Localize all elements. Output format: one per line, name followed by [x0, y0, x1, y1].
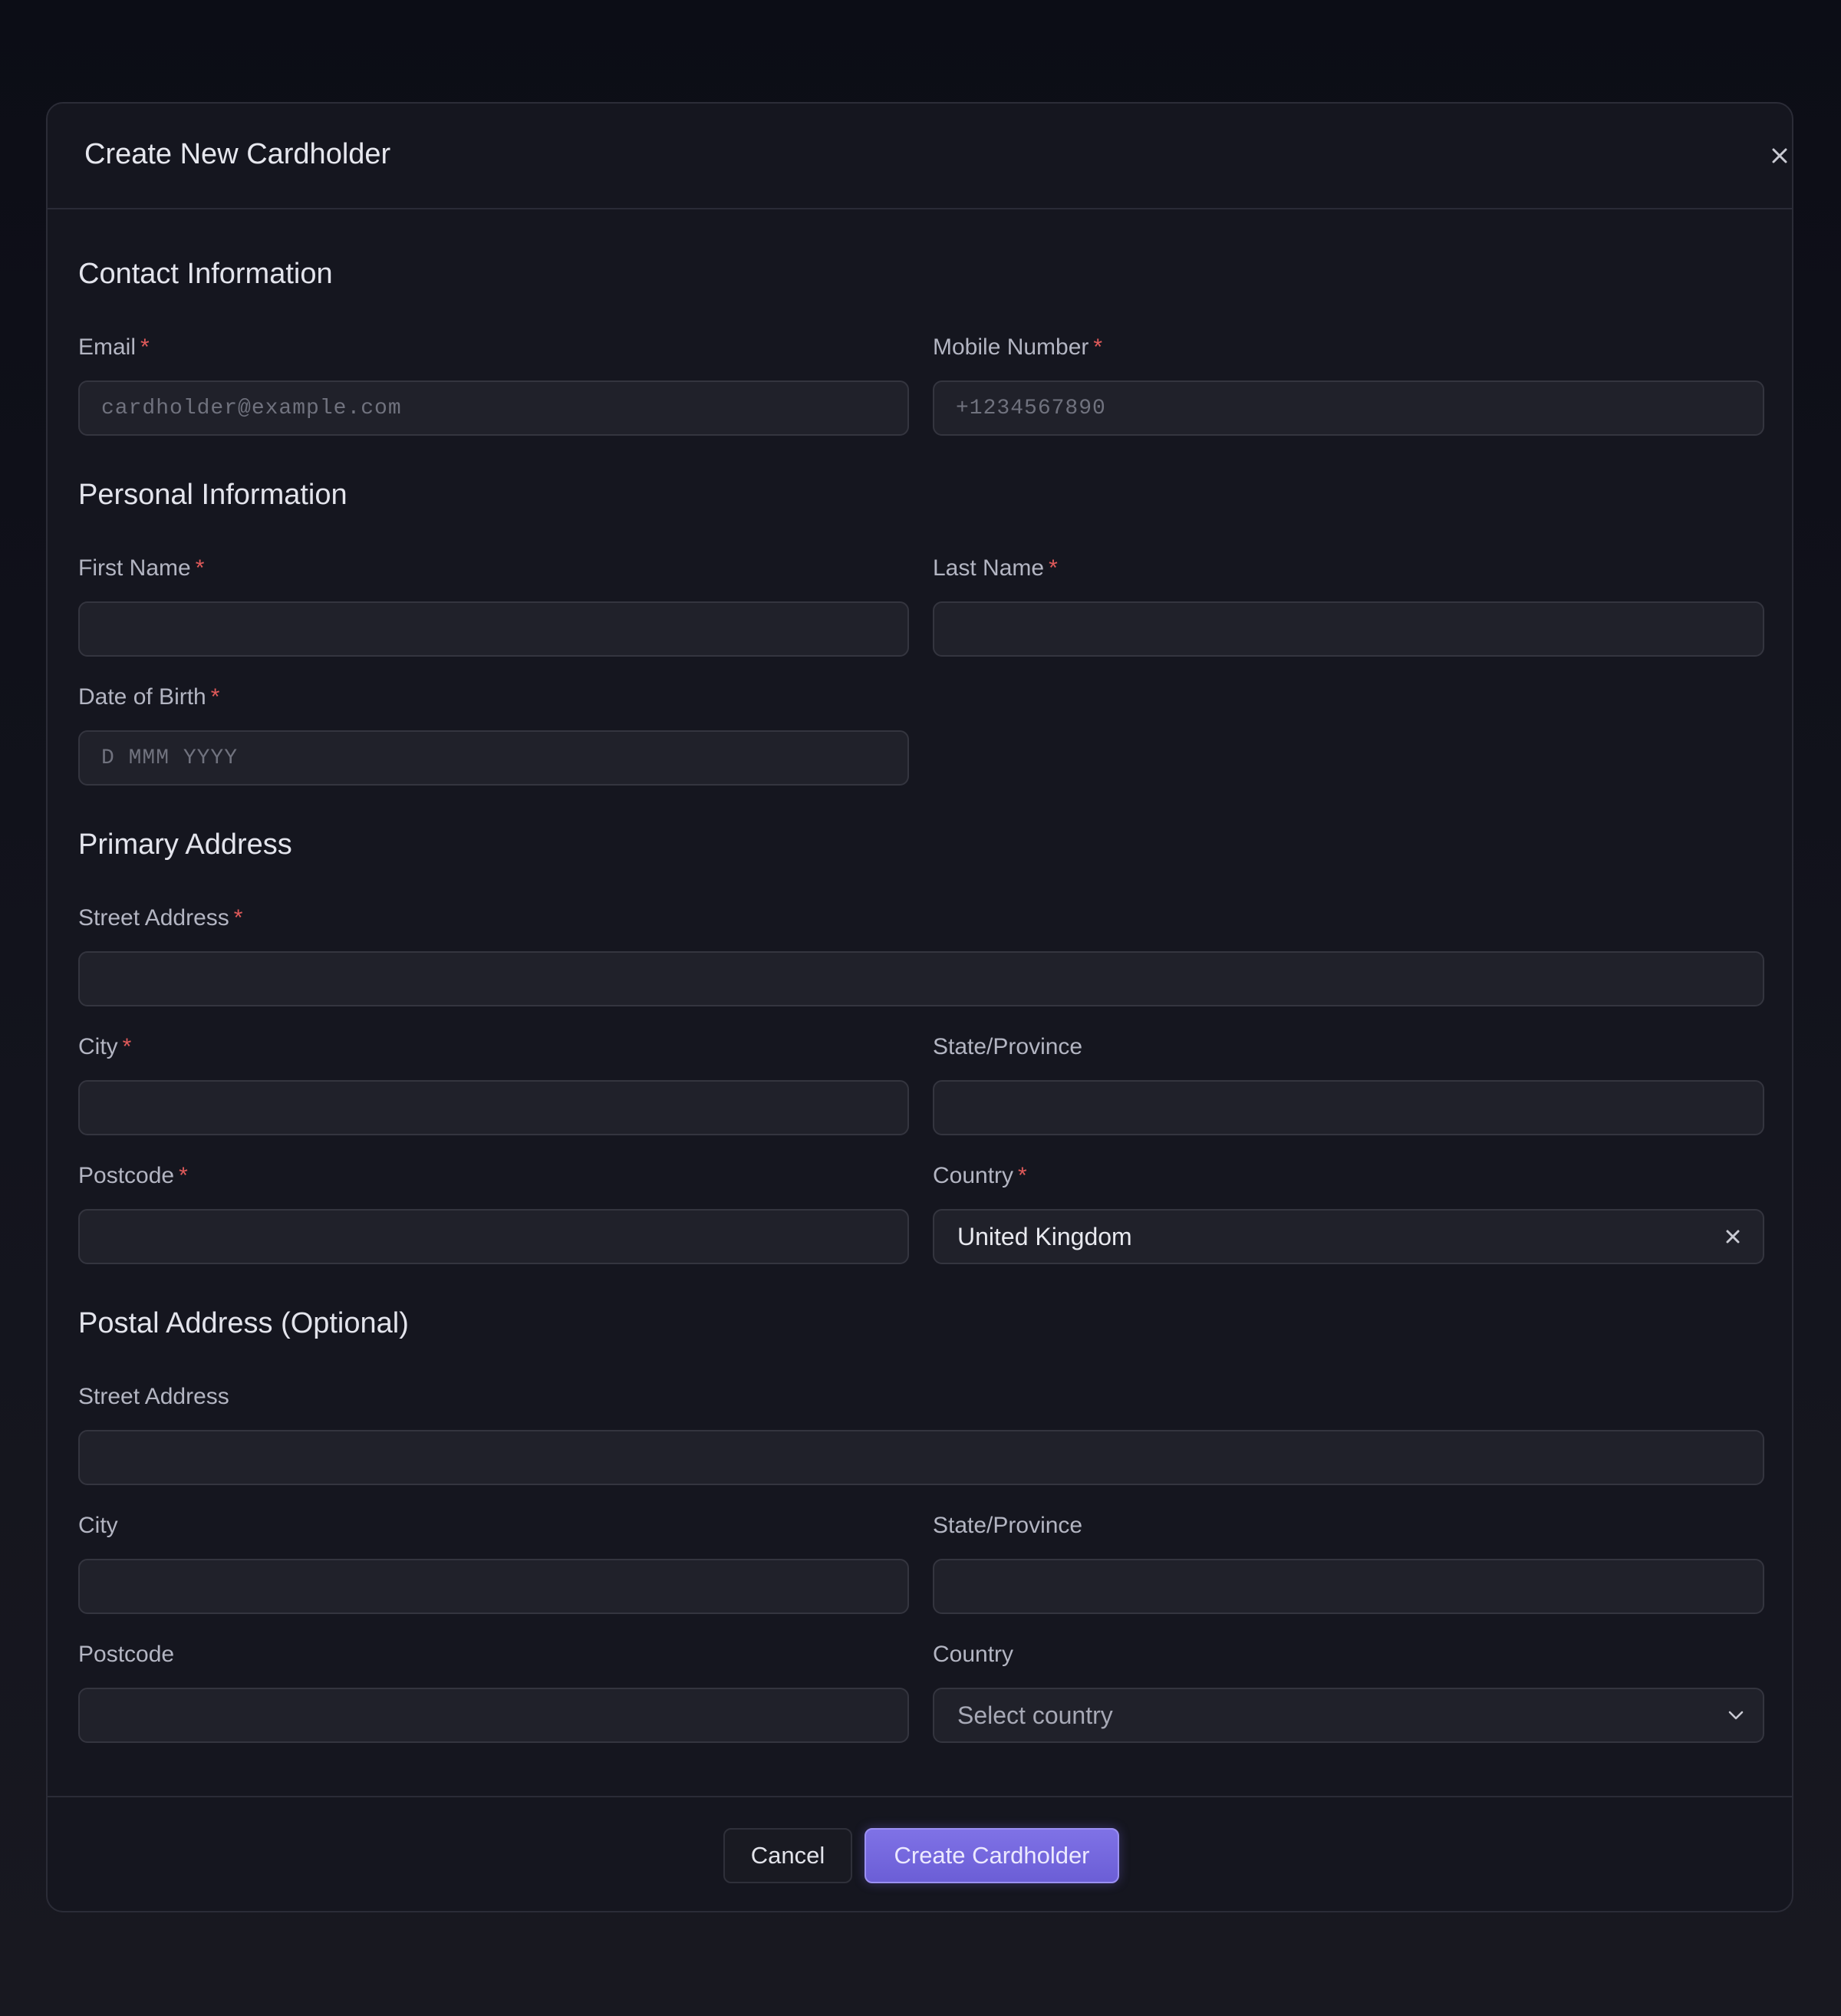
- required-marker: *: [140, 334, 150, 360]
- date-of-birth-label-text: Date of Birth: [78, 684, 206, 710]
- section-title-personal: Personal Information: [78, 479, 347, 511]
- required-marker: *: [233, 905, 243, 931]
- required-marker: *: [122, 1034, 132, 1059]
- postal-street-label-text: Street Address: [78, 1384, 229, 1409]
- primary-street-label: Street Address *: [78, 903, 242, 934]
- postal-state-label-text: State/Province: [933, 1513, 1083, 1538]
- create-cardholder-dialog: Create New Cardholder Contact Informatio…: [46, 102, 1793, 1912]
- dialog-footer: [48, 1796, 1792, 1797]
- postal-city-field[interactable]: [78, 1559, 909, 1614]
- clear-icon[interactable]: [1721, 1225, 1744, 1248]
- close-icon: [1772, 148, 1787, 163]
- date-of-birth-input[interactable]: [80, 732, 907, 784]
- postal-country-label-text: Country: [933, 1642, 1014, 1667]
- first-name-label: First Name *: [78, 553, 204, 584]
- section-title-primary-address: Primary Address: [78, 828, 292, 861]
- last-name-input[interactable]: [934, 603, 1763, 655]
- primary-postcode-field[interactable]: [78, 1209, 909, 1264]
- email-label: Email *: [78, 332, 150, 363]
- postal-city-label: City: [78, 1510, 118, 1541]
- postal-state-label: State/Province: [933, 1510, 1082, 1541]
- mobile-number-field[interactable]: [933, 380, 1764, 436]
- dialog-title: Create New Cardholder: [84, 138, 391, 170]
- primary-country-label-text: Country: [933, 1163, 1014, 1188]
- primary-city-field[interactable]: [78, 1080, 909, 1135]
- postal-postcode-label: Postcode: [78, 1639, 174, 1670]
- last-name-label-text: Last Name: [933, 555, 1045, 581]
- required-marker: *: [179, 1163, 188, 1188]
- primary-city-label-text: City: [78, 1034, 118, 1059]
- required-marker: *: [210, 684, 220, 710]
- last-name-label: Last Name *: [933, 553, 1058, 584]
- postal-country-label: Country: [933, 1639, 1013, 1670]
- primary-street-input[interactable]: [80, 953, 1763, 1005]
- postal-country-select[interactable]: Select country: [933, 1688, 1764, 1743]
- primary-state-label-text: State/Province: [933, 1034, 1083, 1059]
- postal-street-label: Street Address: [78, 1382, 229, 1412]
- primary-country-label: Country *: [933, 1161, 1027, 1191]
- postal-street-field[interactable]: [78, 1430, 1764, 1485]
- chevron-down-icon: [1728, 1711, 1744, 1720]
- primary-state-field[interactable]: [933, 1080, 1764, 1135]
- mobile-number-label-text: Mobile Number: [933, 334, 1089, 360]
- primary-street-field[interactable]: [78, 951, 1764, 1006]
- dialog-header: Create New Cardholder: [48, 104, 1792, 209]
- primary-street-label-text: Street Address: [78, 905, 229, 931]
- primary-city-label: City *: [78, 1032, 131, 1062]
- primary-postcode-label: Postcode *: [78, 1161, 188, 1191]
- close-button[interactable]: [1766, 142, 1793, 170]
- cancel-button[interactable]: Cancel: [723, 1828, 852, 1883]
- postal-city-label-text: City: [78, 1513, 118, 1538]
- postal-postcode-input[interactable]: [80, 1689, 907, 1741]
- primary-country-value: United Kingdom: [957, 1223, 1132, 1250]
- required-marker: *: [1093, 334, 1103, 360]
- email-label-text: Email: [78, 334, 137, 360]
- date-of-birth-field[interactable]: [78, 730, 909, 786]
- section-title-postal-address: Postal Address (Optional): [78, 1307, 409, 1339]
- mobile-number-label: Mobile Number *: [933, 332, 1102, 363]
- first-name-field[interactable]: [78, 601, 909, 657]
- primary-postcode-input[interactable]: [80, 1211, 907, 1263]
- section-title-contact: Contact Information: [78, 258, 333, 290]
- postal-street-input[interactable]: [80, 1431, 1763, 1484]
- postal-country-placeholder: Select country: [957, 1701, 1113, 1729]
- postal-postcode-field[interactable]: [78, 1688, 909, 1743]
- postal-state-field[interactable]: [933, 1559, 1764, 1614]
- date-of-birth-label: Date of Birth *: [78, 682, 219, 713]
- primary-postcode-label-text: Postcode: [78, 1163, 175, 1188]
- mobile-number-input[interactable]: [934, 382, 1763, 434]
- email-input[interactable]: [80, 382, 907, 434]
- required-marker: *: [1049, 555, 1058, 581]
- create-cardholder-button[interactable]: Create Cardholder: [865, 1828, 1119, 1883]
- last-name-field[interactable]: [933, 601, 1764, 657]
- required-marker: *: [195, 555, 205, 581]
- first-name-input[interactable]: [80, 603, 907, 655]
- required-marker: *: [1018, 1163, 1027, 1188]
- postal-city-input[interactable]: [80, 1560, 907, 1612]
- primary-city-input[interactable]: [80, 1082, 907, 1134]
- postal-state-input[interactable]: [934, 1560, 1763, 1612]
- first-name-label-text: First Name: [78, 555, 191, 581]
- postal-postcode-label-text: Postcode: [78, 1642, 175, 1667]
- primary-state-input[interactable]: [934, 1082, 1763, 1134]
- primary-country-select[interactable]: United Kingdom: [933, 1209, 1764, 1264]
- primary-state-label: State/Province: [933, 1032, 1082, 1062]
- email-field[interactable]: [78, 380, 909, 436]
